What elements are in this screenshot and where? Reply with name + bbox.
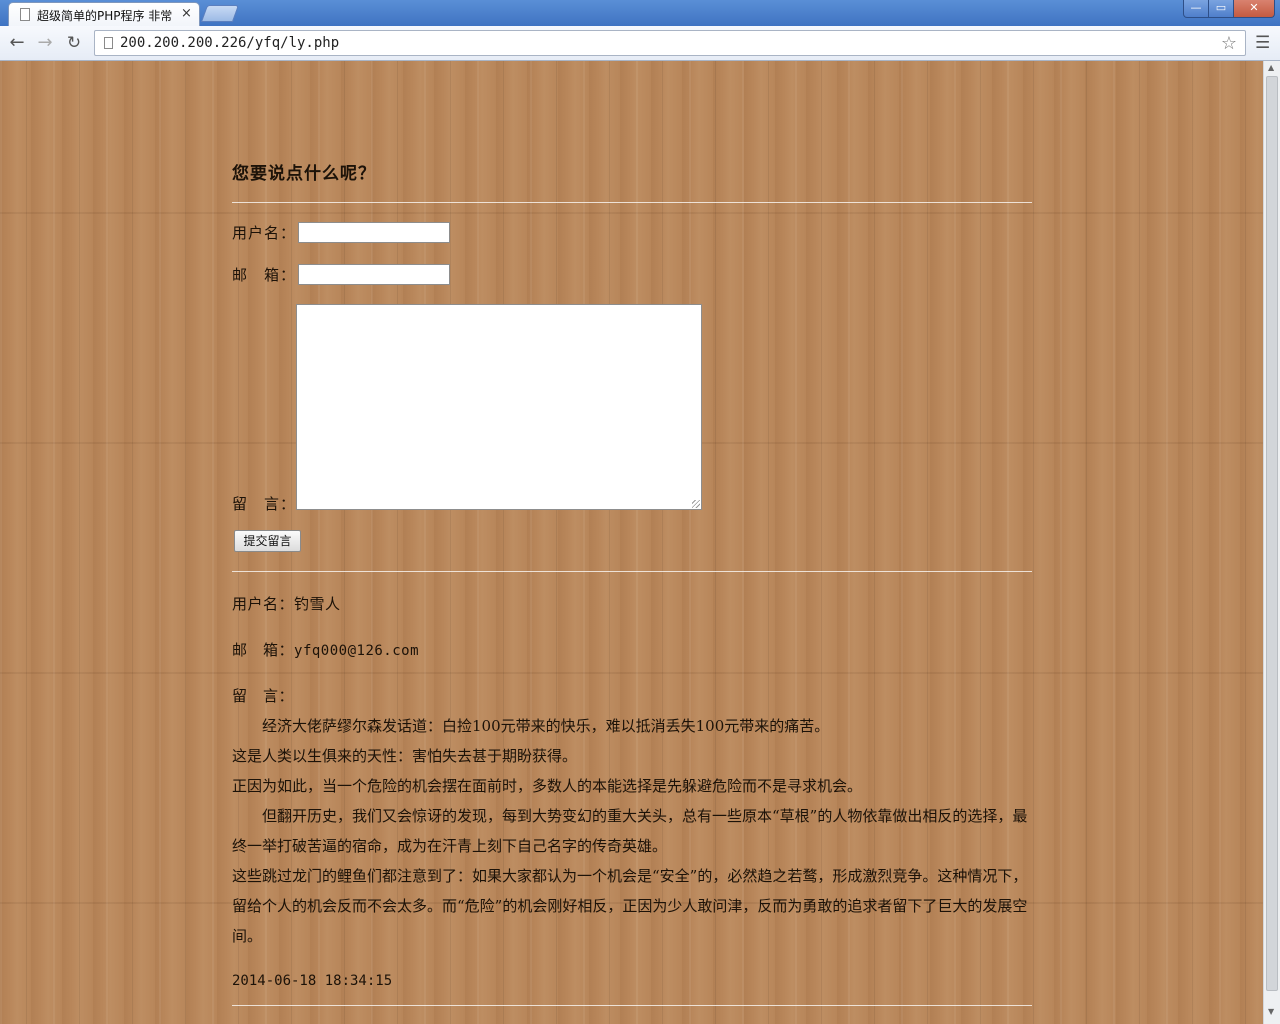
- entry-email: 邮 箱：yfq000@126.com: [232, 639, 419, 660]
- resize-grip-icon[interactable]: [692, 500, 700, 508]
- entry-username-value: 钓雪人: [294, 595, 341, 613]
- message-label: 留 言：: [232, 495, 297, 513]
- message-textarea[interactable]: [296, 304, 702, 510]
- page-icon: [104, 37, 113, 49]
- email-input[interactable]: [298, 264, 450, 285]
- back-arrow-icon[interactable]: ←: [6, 32, 28, 54]
- entry-username-label: 用户名：: [232, 595, 295, 613]
- scroll-up-icon[interactable]: ▲: [1268, 63, 1274, 72]
- vertical-scrollbar[interactable]: ▲ ▼: [1263, 61, 1280, 1024]
- scroll-down-icon[interactable]: ▼: [1268, 1007, 1274, 1016]
- entry-message-label: 留 言：: [232, 687, 295, 705]
- url-text[interactable]: 200.200.200.226/yfq/ly.php: [120, 35, 339, 51]
- maximize-button[interactable]: ▭: [1208, 0, 1234, 18]
- browser-toolbar: ← → ↻ 200.200.200.226/yfq/ly.php ☆ ☰: [0, 26, 1280, 61]
- username-label: 用户名：: [232, 224, 297, 242]
- entry-username: 用户名：钓雪人: [232, 593, 341, 614]
- new-tab-button[interactable]: [200, 5, 240, 22]
- address-bar[interactable]: 200.200.200.226/yfq/ly.php ☆: [94, 30, 1246, 56]
- message-paragraph: 这是人类以生俱来的天性：害怕失去甚于期盼获得。: [232, 747, 578, 765]
- message-paragraph: 这些跳过龙门的鲤鱼们都注意到了：如果大家都认为一个机会是“安全”的，必然趋之若鹜…: [232, 867, 1028, 945]
- submit-button[interactable]: 提交留言: [234, 530, 301, 552]
- divider: [232, 1005, 1032, 1006]
- scrollbar-thumb[interactable]: [1266, 76, 1278, 991]
- page-viewport: 您要说点什么呢？ 用户名： 邮 箱： 留 言： 提交留言 用户名：钓雪人 邮 箱…: [0, 61, 1263, 1024]
- forward-arrow-icon[interactable]: →: [34, 32, 56, 54]
- entry-message: 经济大佬萨缪尔森发话道：白捡100元带来的快乐，难以抵消丢失100元带来的痛苦。…: [232, 711, 1032, 951]
- minimize-button[interactable]: —: [1183, 0, 1209, 18]
- menu-icon[interactable]: ☰: [1255, 33, 1270, 53]
- tab-title: 超级简单的PHP程序 非常: [37, 9, 173, 23]
- email-label: 邮 箱：: [232, 266, 297, 284]
- username-input[interactable]: [298, 222, 450, 243]
- close-window-button[interactable]: ✕: [1233, 0, 1275, 18]
- entry-email-label: 邮 箱：: [232, 641, 295, 659]
- page-title: 您要说点什么呢？: [232, 164, 376, 184]
- entry-timestamp: 2014-06-18 18:34:15: [232, 973, 393, 989]
- divider: [232, 571, 1032, 572]
- message-paragraph: 正因为如此，当一个危险的机会摆在面前时，多数人的本能选择是先躲避危险而不是寻求机…: [232, 777, 863, 795]
- title-bar: 超级简单的PHP程序 非常 × — ▭ ✕: [0, 0, 1280, 26]
- tab-active[interactable]: 超级简单的PHP程序 非常 ×: [8, 2, 200, 26]
- divider: [232, 202, 1032, 203]
- message-paragraph: 经济大佬萨缪尔森发话道：白捡100元带来的快乐，难以抵消丢失100元带来的痛苦。: [262, 717, 830, 735]
- bookmark-star-icon[interactable]: ☆: [1221, 33, 1237, 54]
- tab-close-icon[interactable]: ×: [181, 6, 192, 22]
- reload-icon[interactable]: ↻: [63, 32, 85, 54]
- message-paragraph: 但翻开历史，我们又会惊讶的发现，每到大势变幻的重大关头，总有一些原本“草根”的人…: [232, 807, 1028, 855]
- page-icon: [20, 8, 30, 21]
- entry-email-value: yfq000@126.com: [294, 643, 420, 659]
